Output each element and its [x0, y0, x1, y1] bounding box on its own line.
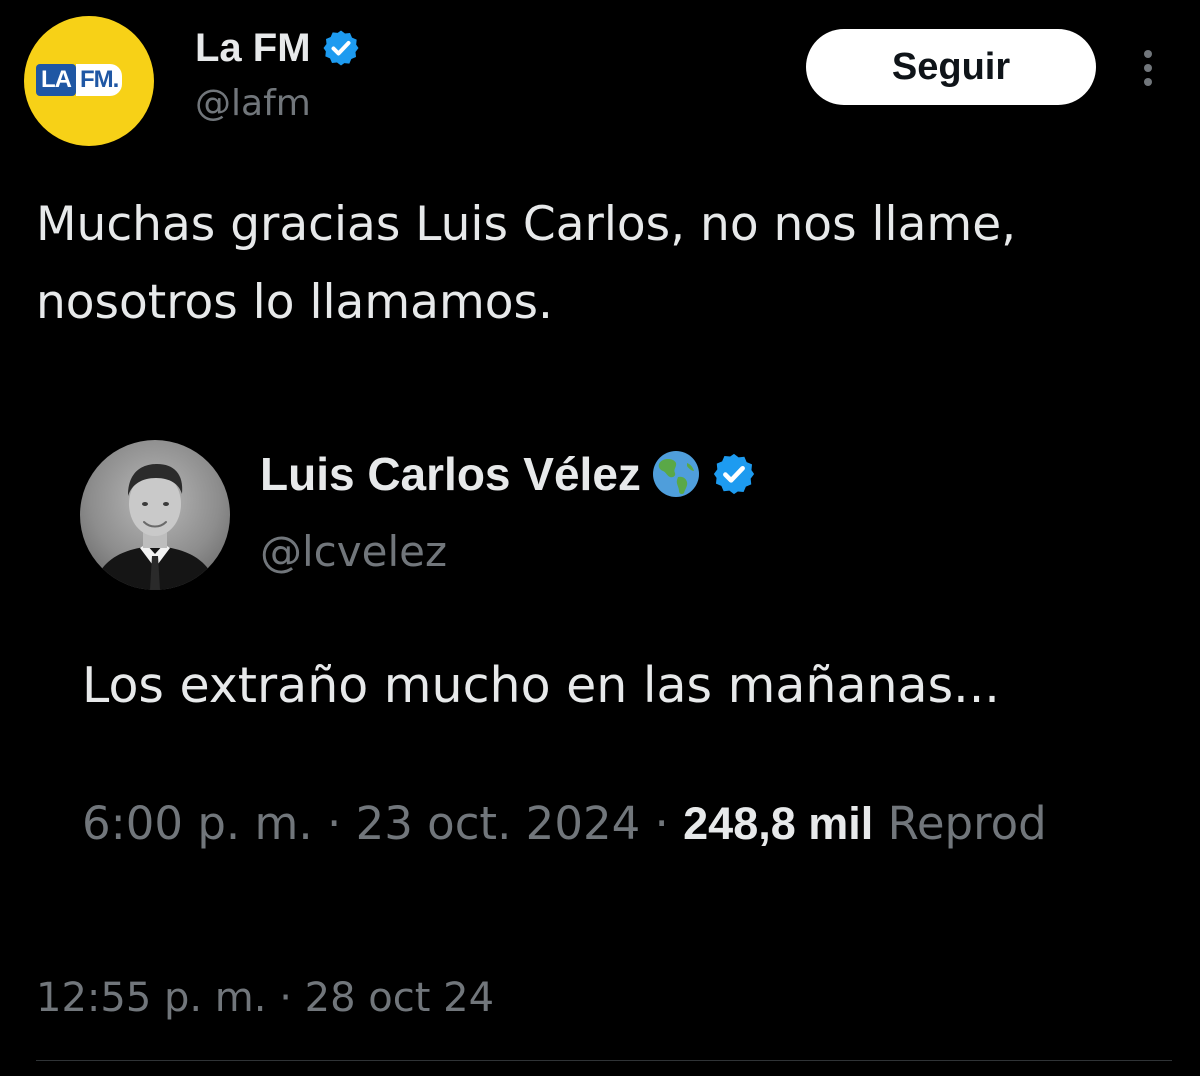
globe-emoji-icon — [651, 449, 701, 499]
quoted-tweet-time[interactable]: 6:00 p. m. — [82, 797, 313, 850]
person-portrait-icon — [92, 464, 218, 590]
lafm-logo-la: LA — [36, 64, 76, 96]
lafm-avatar[interactable]: LA FM. — [24, 16, 154, 146]
lafm-logo: LA FM. — [36, 64, 123, 96]
post-date[interactable]: 28 oct 24 — [305, 975, 494, 1021]
meta-separator: · — [640, 797, 684, 850]
account-name[interactable]: La FM — [195, 26, 311, 70]
more-dot — [1144, 78, 1152, 86]
post-time[interactable]: 12:55 p. m. — [36, 975, 267, 1021]
lafm-logo-fm: FM. — [76, 64, 123, 96]
tweet-text-line-1: Muchas gracias Luis Carlos, no nos llame… — [36, 197, 1017, 252]
divider — [36, 1060, 1172, 1061]
quoted-user-handle[interactable]: @lcvelez — [260, 526, 447, 578]
quoted-tweet-text: Los extraño mucho en las mañanas... — [82, 657, 1000, 714]
meta-separator: · — [312, 797, 356, 850]
account-name-row[interactable]: La FM — [195, 26, 361, 70]
more-vertical-icon[interactable] — [1128, 40, 1168, 96]
quoted-user-name[interactable]: Luis Carlos Vélez — [260, 448, 641, 500]
more-dot — [1144, 64, 1152, 72]
tweet-text-line-2: nosotros lo llamamos. — [36, 275, 553, 330]
quoted-tweet-views-count: 248,8 mil — [683, 798, 874, 849]
quoted-user-avatar[interactable] — [80, 440, 230, 590]
post-meta: 12:55 p. m. · 28 oct 24 — [36, 972, 494, 1024]
meta-separator: · — [266, 975, 305, 1021]
verified-badge-icon — [321, 28, 361, 68]
more-dot — [1144, 50, 1152, 58]
account-handle[interactable]: @lafm — [195, 82, 311, 126]
follow-button[interactable]: Seguir — [806, 29, 1096, 105]
quoted-tweet-meta: 6:00 p. m. · 23 oct. 2024 · 248,8 mil Re… — [82, 796, 1168, 852]
quoted-user-name-row[interactable]: Luis Carlos Vélez — [260, 448, 757, 500]
quoted-tweet-date[interactable]: 23 oct. 2024 — [356, 797, 641, 850]
quoted-tweet-views-label: Reprod — [887, 797, 1047, 850]
verified-badge-icon — [711, 451, 757, 497]
tweet-text: Muchas gracias Luis Carlos, no nos llame… — [36, 186, 1176, 342]
